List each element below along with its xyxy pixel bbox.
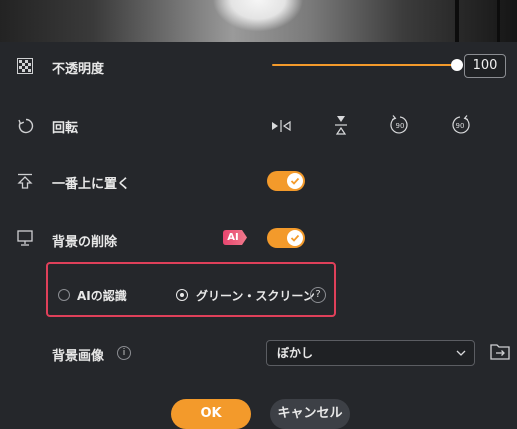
always-on-top-toggle[interactable] [267, 171, 305, 191]
preview-detail [455, 0, 459, 42]
presentation-screen-icon [16, 229, 34, 247]
rotate-right-90-icon[interactable]: 90 [449, 114, 471, 136]
opacity-value-input[interactable]: 100 [464, 54, 506, 78]
checkerboard-icon [17, 58, 35, 76]
ai-recognition-label[interactable]: AIの認識 [77, 287, 127, 304]
background-removal-toggle[interactable] [267, 228, 305, 248]
help-icon[interactable]: ? [310, 287, 326, 303]
opacity-slider-track[interactable] [272, 64, 458, 66]
rotate-left-90-icon[interactable]: 90 [389, 114, 411, 136]
toggle-knob [287, 173, 303, 189]
ai-badge-text: AI [227, 232, 239, 243]
always-on-top-label: 一番上に置く [52, 177, 131, 192]
ok-button[interactable]: OK [171, 399, 251, 429]
opacity-slider-handle[interactable] [451, 59, 463, 71]
opacity-label: 不透明度 [52, 62, 105, 77]
info-icon[interactable]: i [117, 346, 131, 360]
camera-preview [0, 0, 517, 42]
rotate-icon [17, 117, 35, 135]
chevron-down-icon [456, 350, 466, 356]
rotate-right-text: 90 [456, 122, 465, 130]
cancel-button[interactable]: キャンセル [270, 399, 350, 429]
green-screen-label[interactable]: グリーン・スクリーン [196, 287, 315, 304]
rotate-label: 回転 [52, 121, 79, 136]
flip-vertical-icon[interactable] [330, 114, 352, 136]
ai-badge: AI [222, 229, 248, 246]
rotate-left-text: 90 [396, 122, 405, 130]
flip-horizontal-icon[interactable] [270, 115, 292, 137]
preview-detail [497, 0, 500, 42]
checkmark-icon [290, 177, 300, 185]
bring-to-front-icon [16, 172, 34, 190]
ai-recognition-radio[interactable] [58, 289, 70, 301]
checkmark-icon [290, 234, 300, 242]
toggle-knob [287, 230, 303, 246]
background-image-value: ぼかし [277, 346, 314, 360]
folder-import-icon[interactable] [489, 340, 511, 362]
green-screen-radio[interactable] [176, 289, 188, 301]
background-image-label: 背景画像 [52, 349, 105, 364]
background-removal-label: 背景の削除 [52, 235, 118, 250]
background-image-select[interactable]: ぼかし [266, 340, 475, 366]
